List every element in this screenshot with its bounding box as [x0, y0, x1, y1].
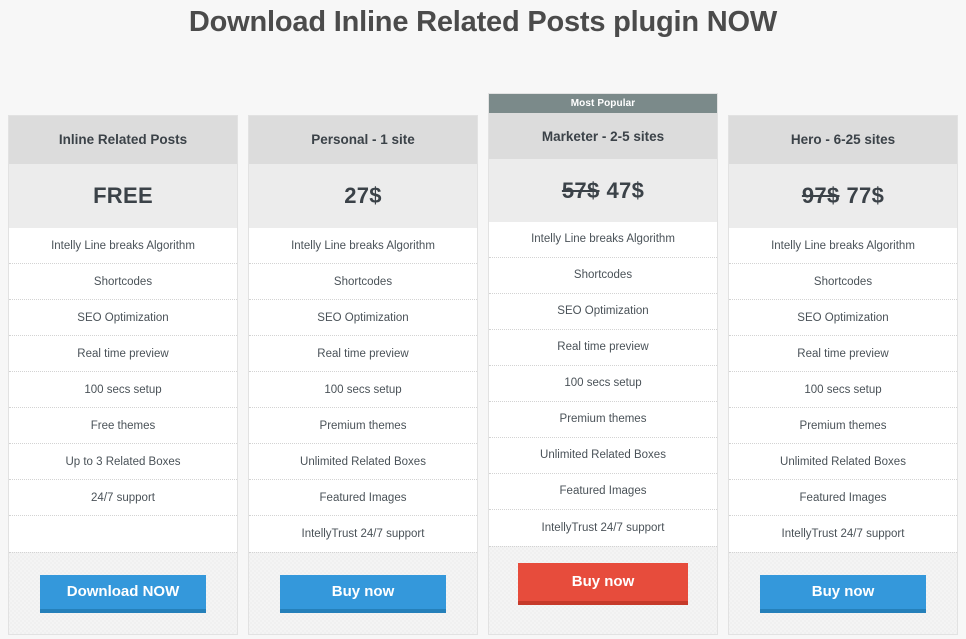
feature-item: 100 secs setup: [249, 372, 477, 409]
cta-button-personal[interactable]: Buy now: [280, 574, 446, 613]
feature-item: Shortcodes: [729, 264, 957, 301]
plan-price-current: 77$: [846, 182, 885, 208]
feature-item: Premium themes: [489, 402, 717, 438]
feature-item: IntellyTrust 24/7 support: [781, 528, 905, 541]
feature-item: SEO Optimization: [489, 294, 717, 330]
feature-list: Intelly Line breaks Algorithm Shortcodes S…: [729, 228, 957, 553]
feature-item: IntellyTrust 24/7 support: [541, 521, 665, 534]
feature-item: 100 secs setup: [9, 372, 237, 409]
plan-price-current: 47$: [606, 177, 645, 203]
cta-button-free[interactable]: Download NOW: [40, 574, 206, 613]
feature-item-empty: [9, 516, 237, 552]
feature-item: Shortcodes: [489, 258, 717, 294]
feature-item: Intelly Line breaks Algorithm: [9, 228, 237, 265]
feature-item: Featured Images: [729, 480, 957, 517]
plan-name: Hero - 6-25 sites: [729, 116, 957, 164]
feature-list: Intelly Line breaks Algorithm Shortcodes S…: [489, 221, 717, 546]
card-footer: Buy now: [729, 552, 957, 634]
feature-item: SEO Optimization: [729, 300, 957, 337]
plan-name: Marketer - 2-5 sites: [489, 112, 717, 160]
plan-price: 97$ 77$: [729, 163, 957, 229]
feature-item: Featured Images: [249, 480, 477, 517]
feature-item: Intelly Line breaks Algorithm: [489, 222, 717, 258]
pricing-card-personal: Personal - 1 site 27$ Intelly Line breaks …: [248, 115, 478, 635]
plan-price: 57$ 47$: [489, 159, 717, 222]
feature-item: 100 secs setup: [729, 372, 957, 409]
plan-price-original: 57$: [561, 177, 600, 203]
feature-item: SEO Optimization: [249, 300, 477, 337]
feature-item: Up to 3 Related Boxes: [9, 444, 237, 481]
plan-name: Inline Related Posts: [9, 116, 237, 164]
feature-item: Real time preview: [9, 336, 237, 373]
feature-item: Real time preview: [729, 336, 957, 373]
feature-item: 24/7 support: [9, 480, 237, 517]
feature-item: 100 secs setup: [489, 366, 717, 402]
card-footer: Buy now: [249, 552, 477, 634]
card-footer: Buy now: [489, 545, 717, 635]
feature-item: Premium themes: [729, 408, 957, 445]
feature-list: Intelly Line breaks Algorithm Shortcodes S…: [249, 228, 477, 553]
plan-price-original: 97$: [801, 182, 840, 208]
feature-list: Intelly Line breaks Algorithm Shortcodes S…: [9, 228, 237, 553]
pricing-card-hero: Hero - 6-25 sites 97$ 77$ Intelly Line brea…: [728, 115, 958, 635]
cta-button-hero[interactable]: Buy now: [760, 574, 926, 613]
feature-item: Free themes: [9, 408, 237, 445]
pricing-page: Download Inline Related Posts plugin NOW…: [0, 0, 966, 639]
pricing-card-free: Inline Related Posts FREE Intelly Line bre…: [8, 115, 238, 635]
feature-item: Real time preview: [249, 336, 477, 373]
plan-price-current: FREE: [93, 182, 153, 208]
feature-item: Shortcodes: [249, 264, 477, 301]
feature-item: Unlimited Related Boxes: [489, 438, 717, 474]
plan-price-current: 27$: [344, 182, 382, 208]
feature-item: Shortcodes: [9, 264, 237, 301]
most-popular-ribbon: Most Popular: [489, 94, 717, 113]
feature-item: SEO Optimization: [9, 300, 237, 337]
pricing-card-marketer: Most Popular Marketer - 2-5 sites 57$ 47$ In…: [488, 93, 718, 635]
plan-price: FREE: [9, 163, 237, 229]
cta-button-marketer[interactable]: Buy now: [518, 562, 688, 605]
pricing-table: Inline Related Posts FREE Intelly Line bre…: [8, 93, 958, 635]
feature-item: Premium themes: [249, 408, 477, 445]
feature-item: Intelly Line breaks Algorithm: [729, 228, 957, 265]
plan-name: Personal - 1 site: [249, 116, 477, 164]
feature-item: Unlimited Related Boxes: [249, 444, 477, 481]
plan-price: 27$: [249, 163, 477, 229]
feature-item: Featured Images: [489, 474, 717, 510]
feature-item: IntellyTrust 24/7 support: [301, 528, 425, 541]
card-footer: Download NOW: [9, 552, 237, 634]
feature-item: Intelly Line breaks Algorithm: [249, 228, 477, 265]
page-title: Download Inline Related Posts plugin NOW: [188, 6, 778, 38]
feature-item: Unlimited Related Boxes: [729, 444, 957, 481]
feature-item: Real time preview: [489, 330, 717, 366]
